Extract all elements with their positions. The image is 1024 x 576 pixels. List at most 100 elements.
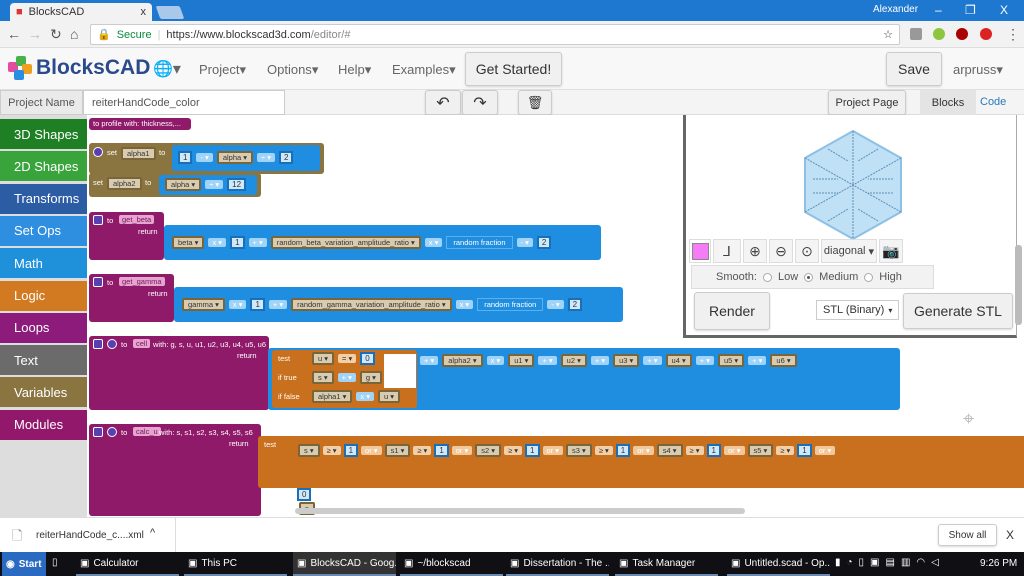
bookmark-star-icon[interactable]: ☆ (883, 28, 893, 41)
variable-block[interactable]: g ▾ (359, 371, 382, 384)
variable-block[interactable]: alpha1 ▾ (312, 390, 353, 403)
number-block[interactable]: 1 (615, 444, 631, 457)
sidebar-item-2d-shapes[interactable]: 2D Shapes (0, 151, 87, 182)
undo-button[interactable]: ↶ (425, 90, 461, 115)
variable-block[interactable]: u6 ▾ (770, 354, 797, 367)
color-picker-button[interactable] (689, 239, 711, 263)
function-call-block[interactable]: random fraction (446, 236, 513, 249)
project-name-input[interactable] (83, 90, 285, 115)
sidebar-item-transforms[interactable]: Transforms (0, 183, 87, 214)
save-button[interactable]: Save (886, 52, 942, 86)
tab-blocks[interactable]: Blocks (920, 90, 976, 115)
or-dropdown[interactable]: or ▾ (451, 446, 473, 455)
get-started-button[interactable]: Get Started! (465, 52, 562, 86)
variable-block[interactable]: s4 ▾ (656, 444, 683, 457)
number-block[interactable]: 1 (434, 444, 449, 457)
task-view-icon[interactable]: ▯ (52, 557, 58, 568)
system-tray-icons[interactable]: ▮◔▯▣▤▥◠◁ (835, 557, 945, 568)
close-window-button[interactable]: X (1000, 3, 1008, 17)
sidebar-item-modules[interactable]: Modules (0, 409, 87, 440)
variable-block[interactable]: s3 ▾ (566, 444, 592, 457)
variable-block[interactable]: alpha ▾ (165, 178, 202, 191)
settings-icon[interactable] (93, 339, 103, 349)
set-alpha1-block[interactable]: set alpha1 to 1- ▾ alpha ▾ ÷ ▾ 2 (89, 143, 324, 174)
compare-dropdown[interactable]: ≥ ▾ (776, 446, 795, 455)
minimize-button[interactable]: – (935, 3, 942, 17)
taskbar-item[interactable]: ▣ Dissertation - The ... (506, 552, 609, 576)
variable-block[interactable]: u3 ▾ (613, 354, 640, 367)
axes-toggle-button[interactable]: ⅃ (713, 239, 741, 263)
redo-button[interactable]: ↷ (462, 90, 498, 115)
operator-dropdown[interactable]: + ▾ (337, 373, 356, 382)
adblock-icon[interactable] (980, 28, 992, 40)
or-dropdown[interactable]: or ▾ (361, 446, 382, 455)
compare-dropdown[interactable]: ≥ ▾ (685, 446, 704, 455)
sidebar-item-math[interactable]: Math (0, 248, 87, 279)
variable-block[interactable]: s5 ▾ (747, 444, 774, 457)
number-block[interactable]: 1 (178, 151, 193, 164)
number-block[interactable]: 2 (278, 151, 294, 164)
user-menu[interactable]: arpruss▾ (953, 62, 1003, 78)
taskbar-item[interactable]: ▣ Task Manager (615, 552, 718, 576)
sidebar-item-text[interactable]: Text (0, 345, 87, 376)
page-scrollbar[interactable] (1015, 245, 1022, 325)
or-dropdown[interactable]: or ▾ (814, 446, 836, 455)
variable-block[interactable]: beta ▾ (172, 236, 205, 249)
calc-u-function-block[interactable]: to calc_u with: s, s1, s2, s3, s4, s5, s6 r… (89, 424, 315, 516)
browser-user[interactable]: Alexander (873, 4, 918, 15)
close-download-bar-icon[interactable]: X (1006, 528, 1014, 542)
blockscad-logo[interactable]: BlocksCAD (8, 56, 150, 80)
operator-dropdown[interactable]: + ▾ (748, 356, 767, 365)
export-format-select[interactable]: STL (Binary) ▾ (816, 300, 899, 320)
function-call-block[interactable]: random fraction (477, 298, 544, 311)
operator-dropdown[interactable]: - ▾ (547, 300, 564, 309)
operator-dropdown[interactable]: - ▾ (196, 153, 213, 162)
smooth-low-radio[interactable] (762, 272, 772, 282)
compare-dropdown[interactable]: ≥ ▾ (594, 446, 613, 455)
operator-dropdown[interactable]: + ▾ (695, 356, 714, 365)
help-icon[interactable] (107, 339, 117, 349)
math-expression-block[interactable]: beta ▾ x ▾ 1 + ▾ random_beta_variation_ampli… (164, 225, 601, 260)
screenshot-button[interactable]: 📷 (879, 239, 903, 263)
variable-block[interactable]: u ▾ (312, 352, 335, 365)
variable-block[interactable]: u4 ▾ (665, 354, 692, 367)
taskbar-item[interactable]: ▣ Calculator (76, 552, 179, 576)
taskbar-item[interactable]: ▣ BlocksCAD - Goog... (293, 552, 396, 576)
operator-dropdown[interactable]: x ▾ (228, 300, 247, 309)
taskbar-item[interactable]: ▣ Untitled.scad - Op... (727, 552, 830, 576)
number-block[interactable]: 1 (343, 444, 359, 457)
operator-dropdown[interactable]: x ▾ (208, 238, 227, 247)
extension-green-icon[interactable] (933, 28, 945, 40)
math-expression-block[interactable]: test if true if false u ▾ = ▾ 0 s ▾ + ▾ g ▾ alpha… (268, 348, 900, 410)
tab-code[interactable]: Code (980, 96, 1006, 108)
variable-block[interactable]: alpha2 ▾ (442, 354, 483, 367)
number-block[interactable]: 1 (230, 236, 245, 249)
or-dropdown[interactable]: or ▾ (542, 446, 564, 455)
number-block[interactable]: 12 (227, 178, 247, 191)
ternary-block[interactable]: test s ▾ ≥ ▾ 1 or ▾ s1 ▾ ≥ ▾ 1 or ▾ s2 ▾ ≥ ▾ 1 or ▾ s… (258, 436, 1024, 488)
operator-dropdown[interactable]: ÷ ▾ (257, 153, 275, 162)
back-icon[interactable]: ← (7, 26, 21, 42)
zoom-out-button[interactable]: ⊖ (769, 239, 793, 263)
variable-block[interactable]: s ▾ (312, 371, 334, 384)
tab-close-icon[interactable]: x (141, 6, 147, 18)
compare-dropdown[interactable]: ≥ ▾ (413, 446, 432, 455)
menu-project[interactable]: Project▾ (199, 62, 246, 78)
number-block[interactable]: 1 (797, 444, 812, 457)
number-block[interactable]: 2 (536, 236, 552, 249)
or-dropdown[interactable]: or ▾ (633, 446, 654, 455)
cell-function-block[interactable]: to cell with: g, s, u, u1, u2, u3, u4, u5,… (89, 336, 269, 410)
snowflake-3d-preview[interactable] (798, 129, 908, 241)
start-button[interactable]: ◉ Start (2, 552, 46, 576)
compare-dropdown[interactable]: ≥ ▾ (504, 446, 523, 455)
sidebar-item-loops[interactable]: Loops (0, 312, 87, 343)
variable-block[interactable]: u5 ▾ (717, 354, 745, 367)
variable-block[interactable]: alpha ▾ (216, 151, 254, 164)
extension-play-icon[interactable] (956, 28, 968, 40)
operator-dropdown[interactable]: + ▾ (538, 356, 557, 365)
number-block[interactable]: 1 (706, 444, 721, 457)
compare-dropdown[interactable]: ≥ ▾ (322, 446, 341, 455)
set-alpha2-block[interactable]: set alpha2 to alpha ▾ ÷ ▾ 12 (89, 173, 261, 197)
get_gamma-function-block[interactable]: to get_gamma return (89, 274, 174, 322)
zoom-in-button[interactable]: ⊕ (743, 239, 767, 263)
